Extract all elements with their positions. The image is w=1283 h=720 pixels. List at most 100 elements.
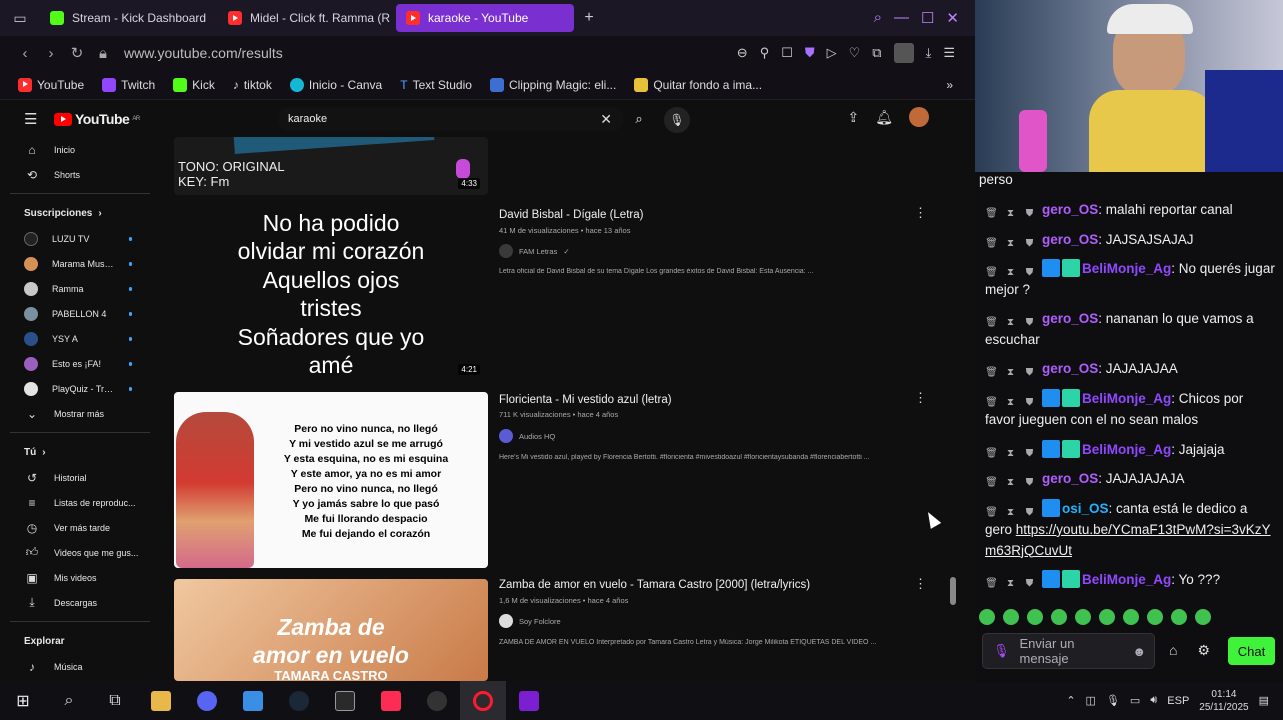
sidebar-item-playlists[interactable]: ≡ Listas de reproduc... xyxy=(0,490,160,515)
trash-icon[interactable]: 🗑︎ xyxy=(985,503,998,518)
emote-icon[interactable] xyxy=(1171,609,1187,625)
search-button[interactable]: ⌕ xyxy=(46,681,92,720)
start-button[interactable]: ⊞ xyxy=(0,681,46,720)
timeout-icon[interactable]: ⧗ xyxy=(1004,473,1017,488)
channel-link[interactable]: Audios HQ xyxy=(499,429,555,443)
sidebar-sub-pabellon[interactable]: PABELLON 4 xyxy=(0,301,160,326)
menu-icon[interactable]: ☰ xyxy=(943,45,955,61)
emote-icon[interactable] xyxy=(1123,609,1139,625)
language-indicator[interactable]: ESP xyxy=(1167,695,1189,707)
voice-search-button[interactable]: 🎙︎ xyxy=(664,107,690,133)
sidebar-item-downloads[interactable]: ⤓ Descargas xyxy=(0,590,160,615)
emote-icon[interactable] xyxy=(1051,609,1067,625)
sidebar-show-more[interactable]: ⌄ Mostrar más xyxy=(0,401,160,426)
close-icon[interactable]: ✕ xyxy=(946,9,959,27)
chat-username[interactable]: BeliMonje_Ag xyxy=(1082,261,1171,276)
microphone-icon[interactable]: 🎙︎ xyxy=(1106,694,1120,707)
chevron-up-icon[interactable]: ⌃ xyxy=(1066,694,1075,707)
trash-icon[interactable]: 🗑︎ xyxy=(985,444,998,459)
back-icon[interactable]: ‹ xyxy=(12,45,38,62)
sidebar-item-musica[interactable]: ♪ Música xyxy=(0,654,160,679)
minimize-icon[interactable]: — xyxy=(894,9,909,27)
sidebar-item-watch-later[interactable]: ◷ Ver más tarde xyxy=(0,515,160,540)
tray-app-icon[interactable]: ◫ xyxy=(1086,694,1096,707)
emoji-icon[interactable]: ☻ xyxy=(1132,644,1146,659)
emote-icon[interactable] xyxy=(1099,609,1115,625)
search-button[interactable]: ⌕ xyxy=(624,107,654,131)
emote-icon[interactable] xyxy=(1027,609,1043,625)
trash-icon[interactable]: 🗑︎ xyxy=(985,473,998,488)
bookmark-twitch[interactable]: Twitch xyxy=(102,77,155,92)
emote-icon[interactable] xyxy=(1195,609,1211,625)
taskbar-obs[interactable] xyxy=(414,681,460,720)
volume-icon[interactable]: 🔊︎ xyxy=(1150,694,1157,707)
video-thumbnail[interactable]: TONO: ORIGINAL KEY: Fm 4:33 xyxy=(174,137,488,195)
maximize-icon[interactable]: ☐ xyxy=(921,9,934,27)
network-icon[interactable]: ▭ xyxy=(1130,694,1140,707)
video-title[interactable]: Zamba de amor en vuelo - Tamara Castro [… xyxy=(499,579,810,591)
video-thumbnail[interactable]: Zamba de amor en vuelo TAMARA CASTRO xyxy=(174,579,488,681)
bookmark-canva[interactable]: Inicio - Canva xyxy=(289,77,382,92)
create-icon[interactable]: ⇪ xyxy=(847,109,859,126)
trash-icon[interactable]: 🗑︎ xyxy=(985,393,998,408)
sidebar-item-liked[interactable]: 👍︎ Videos que me gus... xyxy=(0,540,160,565)
shield-icon[interactable]: ⛊ xyxy=(805,45,815,61)
workspace-icon[interactable]: ▭ xyxy=(0,10,40,27)
tab-midel-click[interactable]: Midel - Click ft. Ramma (R xyxy=(218,4,396,32)
chat-username[interactable]: BeliMonje_Ag xyxy=(1082,572,1171,587)
video-thumbnail[interactable]: No ha podido olvidar mi corazón Aquellos… xyxy=(174,201,488,381)
forward-icon[interactable]: › xyxy=(38,45,64,62)
bookmark-youtube[interactable]: YouTube xyxy=(18,77,84,92)
chat-username[interactable]: BeliMonje_Ag xyxy=(1082,442,1171,457)
profile-icon[interactable] xyxy=(893,43,914,63)
bookmark-kick[interactable]: Kick xyxy=(173,77,215,92)
new-tab-button[interactable]: + xyxy=(578,7,600,29)
timeout-icon[interactable]: ⧗ xyxy=(1004,574,1017,589)
task-view-button[interactable]: ⧉ xyxy=(92,681,138,720)
bookmark-clipping-magic[interactable]: Clipping Magic: eli... xyxy=(489,77,616,92)
search-input[interactable]: karaoke ✕ xyxy=(278,107,624,131)
chat-username[interactable]: gero_OS xyxy=(1042,361,1098,376)
trash-icon[interactable]: 🗑︎ xyxy=(985,363,998,378)
bell-icon[interactable]: 🔔︎ xyxy=(875,109,893,126)
timeout-icon[interactable]: ⧗ xyxy=(1004,503,1017,518)
tab-kick-dashboard[interactable]: Stream - Kick Dashboard xyxy=(40,4,218,32)
chat-username[interactable]: gero_OS xyxy=(1042,471,1098,486)
channel-link[interactable]: FAM Letras ✓ xyxy=(499,244,570,258)
video-title[interactable]: David Bisbal - Dígale (Letra) xyxy=(499,209,643,221)
heart-icon[interactable]: ♡ xyxy=(849,45,861,61)
taskbar-tiktok[interactable] xyxy=(368,681,414,720)
chat-username[interactable]: BeliMonje_Ag xyxy=(1082,391,1171,406)
sidebar-item-inicio[interactable]: ⌂ Inicio xyxy=(0,137,160,162)
sidebar-sub-esto-es-fa[interactable]: Esto es ¡FA! xyxy=(0,351,160,376)
more-options-icon[interactable]: ⋮ xyxy=(914,205,927,221)
video-title[interactable]: Floricienta - Mi vestido azul (letra) xyxy=(499,394,672,406)
send-chat-button[interactable]: Chat xyxy=(1228,637,1275,665)
channel-link[interactable]: Soy Folclore xyxy=(499,614,561,628)
emote-icon[interactable] xyxy=(1003,609,1019,625)
emote-icon[interactable] xyxy=(1075,609,1091,625)
avatar[interactable] xyxy=(909,107,929,127)
search-tabs-icon[interactable]: ⌕ xyxy=(874,9,882,27)
microphone-icon[interactable]: 🎙︎ xyxy=(993,643,1010,659)
timeout-icon[interactable]: ⧗ xyxy=(1004,363,1017,378)
trash-icon[interactable]: 🗑︎ xyxy=(985,313,998,328)
chat-username[interactable]: osi_OS xyxy=(1062,501,1109,516)
sidebar-sub-luzu[interactable]: LUZU TV xyxy=(0,226,160,251)
store-icon[interactable]: ⌂ xyxy=(1169,642,1177,659)
sidebar-sub-ramma[interactable]: Ramma xyxy=(0,276,160,301)
bookmark-icon[interactable]: ☐ xyxy=(781,45,793,61)
subscriptions-header[interactable]: Suscripciones › xyxy=(0,200,160,226)
more-bookmarks-icon[interactable]: » xyxy=(946,78,953,92)
sidebar-sub-playquiz[interactable]: PlayQuiz - Trivia xyxy=(0,376,160,401)
pin-icon[interactable]: ⚲ xyxy=(760,45,770,61)
chat-username[interactable]: gero_OS xyxy=(1042,232,1098,247)
video-thumbnail[interactable]: Pero no vino nunca, no llegó Y mi vestid… xyxy=(174,392,488,568)
reload-icon[interactable]: ↻ xyxy=(64,44,90,62)
taskbar-nzxt[interactable] xyxy=(506,681,552,720)
bookmark-text-studio[interactable]: T Text Studio xyxy=(400,78,472,92)
bookmark-quitar-fondo[interactable]: Quitar fondo a ima... xyxy=(634,77,762,92)
timeout-icon[interactable]: ⧗ xyxy=(1004,263,1017,278)
sidebar-item-historial[interactable]: ↺ Historial xyxy=(0,465,160,490)
sidebar-item-shorts[interactable]: ⟲ Shorts xyxy=(0,162,160,187)
